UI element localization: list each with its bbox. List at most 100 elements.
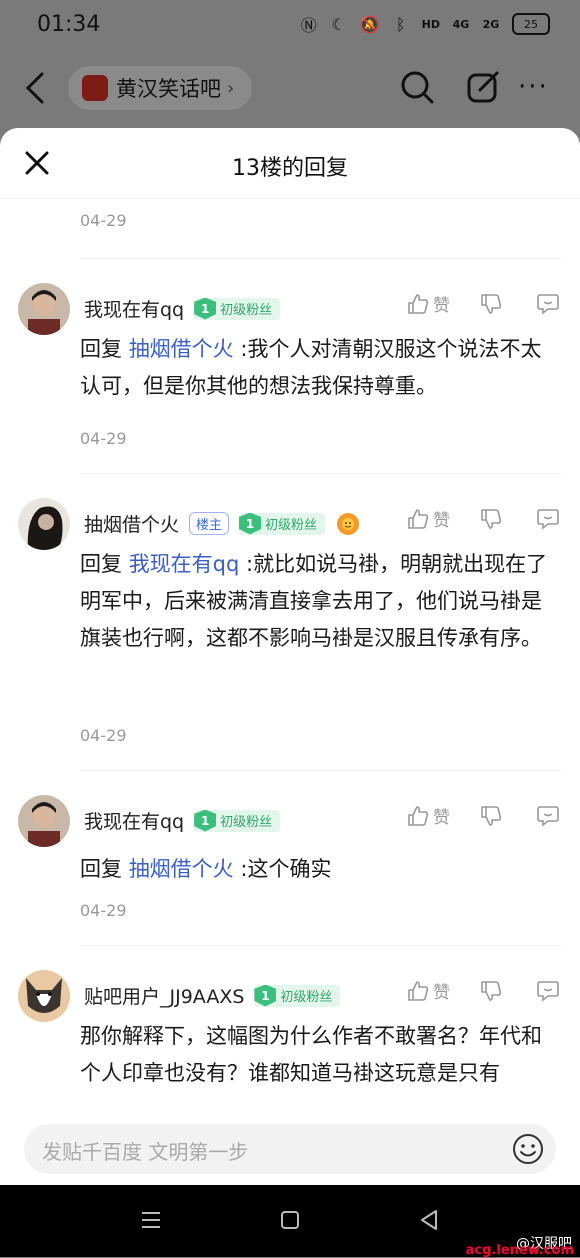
back-icon[interactable] <box>418 1208 440 1232</box>
user-line: 我现在有qq 1 初级粉丝 <box>84 295 281 322</box>
avatar[interactable] <box>18 795 70 847</box>
mention-link[interactable]: 抽烟借个火 <box>129 857 234 881</box>
comment-actions: 赞 <box>407 978 560 1003</box>
fan-label: 初级粉丝 <box>220 303 273 318</box>
comment-date: 04-29 <box>80 726 127 745</box>
fan-badge: 1 初级粉丝 <box>254 984 341 1007</box>
battery-icon: 25 <box>512 13 550 35</box>
reply-icon[interactable] <box>536 293 560 315</box>
comment-date: 04-29 <box>80 901 127 920</box>
sheet-header: 13楼的回复 <box>0 128 580 199</box>
comment-actions: 赞 <box>407 291 560 316</box>
like-label: 赞 <box>433 983 450 1003</box>
watermark-site: acg.lenew.com <box>465 1243 574 1258</box>
reply-list: 04-29 我现在有qq 1 初级粉丝 赞 回复 抽烟借个火:我个人对清朝汉服… <box>0 198 580 1106</box>
fan-label: 初级粉丝 <box>265 518 318 533</box>
status-bar: 01:34 Ⓝ ☾ 🔕 ᛒ HD 4G 2G 25 <box>0 0 580 50</box>
thumb-down-icon[interactable] <box>480 980 502 1002</box>
thumb-down-icon[interactable] <box>480 293 502 315</box>
like-label: 赞 <box>433 511 450 531</box>
signal-4g-icon: 4G <box>452 17 470 31</box>
like-label: 赞 <box>433 808 450 828</box>
comment-body: 回复 抽烟借个火 :这个确实 <box>80 851 558 888</box>
owner-badge: 楼主 <box>189 512 230 535</box>
list-item: 贴吧用户_JJ9AAXS 1 初级粉丝 赞 那你解释下，这幅图为什么作者不敢署名？… <box>0 946 580 1106</box>
search-icon[interactable] <box>400 70 434 104</box>
moon-icon: ☾ <box>331 14 346 34</box>
list-item: 我现在有qq 1 初级粉丝 赞 回复 抽烟借个火 :我个人对清朝汉服这个说法不太认… <box>0 259 580 473</box>
reply-prefix: 回复 <box>80 552 122 576</box>
like-button[interactable]: 赞 <box>407 978 450 1003</box>
forum-chip[interactable]: 黄汉笑话吧 › <box>68 66 252 110</box>
reply-icon[interactable] <box>536 508 560 530</box>
fan-level-icon: 1 <box>194 809 217 832</box>
forum-name: 黄汉笑话吧 <box>116 77 221 101</box>
reply-prefix: 回复 <box>80 337 122 361</box>
recent-apps-icon[interactable] <box>140 1209 162 1231</box>
fan-level-icon: 1 <box>194 297 217 320</box>
thumb-up-icon <box>408 293 429 314</box>
fan-level-icon: 1 <box>254 984 277 1007</box>
username[interactable]: 抽烟借个火 <box>84 510 179 537</box>
avatar[interactable] <box>18 970 70 1022</box>
thumb-up-icon <box>408 980 429 1001</box>
comment-actions: 赞 <box>407 506 560 531</box>
thumb-down-icon[interactable] <box>480 805 502 827</box>
like-button[interactable]: 赞 <box>407 506 450 531</box>
comment-text: :这个确实 <box>240 857 332 881</box>
username[interactable]: 我现在有qq <box>84 807 184 834</box>
mention-link[interactable]: 抽烟借个火 <box>129 337 234 361</box>
chevron-right-icon: › <box>227 77 235 99</box>
reply-icon[interactable] <box>536 805 560 827</box>
user-line: 抽烟借个火 楼主 1 初级粉丝 <box>84 510 360 537</box>
emoji-medal-icon <box>337 512 360 535</box>
forum-logo-icon <box>82 75 108 101</box>
bluetooth-icon: ᛒ <box>395 14 406 34</box>
input-placeholder: 发贴千百度 文明第一步 <box>42 1140 249 1164</box>
comment-input[interactable]: 发贴千百度 文明第一步 <box>24 1124 556 1174</box>
status-time: 01:34 <box>37 12 101 37</box>
mention-link[interactable]: 我现在有qq <box>129 552 240 576</box>
list-item: 我现在有qq 1 初级粉丝 赞 回复 抽烟借个火 :这个确实 04-29 <box>0 771 580 945</box>
top-nav: 黄汉笑话吧 › ··· <box>0 50 580 126</box>
comment-body: 回复 我现在有qq :就比如说马褂，明朝就出现在了明军中，后来被满清直接拿去用了… <box>80 546 558 657</box>
back-arrow-icon[interactable] <box>22 72 48 104</box>
prev-comment-tail: 04-29 <box>0 198 580 258</box>
user-line: 贴吧用户_JJ9AAXS 1 初级粉丝 <box>84 982 341 1009</box>
fan-badge: 1 初级粉丝 <box>239 512 326 535</box>
edit-icon[interactable] <box>466 70 500 104</box>
reply-sheet: 13楼的回复 04-29 我现在有qq 1 初级粉丝 赞 回复 抽烟借个火:我… <box>0 128 580 1185</box>
avatar[interactable] <box>18 498 70 550</box>
more-icon[interactable]: ··· <box>518 72 549 102</box>
like-button[interactable]: 赞 <box>407 803 450 828</box>
emoji-icon[interactable] <box>512 1133 544 1165</box>
reply-icon[interactable] <box>536 980 560 1002</box>
nfc-icon: Ⓝ <box>300 16 317 35</box>
status-icons: Ⓝ ☾ 🔕 ᛒ HD 4G 2G 25 <box>300 12 550 36</box>
username[interactable]: 我现在有qq <box>84 295 184 322</box>
comment-date: 04-29 <box>80 429 127 448</box>
user-line: 我现在有qq 1 初级粉丝 <box>84 807 281 834</box>
sheet-title: 13楼的回复 <box>232 156 348 181</box>
mute-icon: 🔕 <box>359 14 380 34</box>
fan-badge: 1 初级粉丝 <box>194 297 281 320</box>
thumb-down-icon[interactable] <box>480 508 502 530</box>
thumb-up-icon <box>408 805 429 826</box>
reply-prefix: 回复 <box>80 857 122 881</box>
hd-icon: HD <box>421 17 440 31</box>
fan-label: 初级粉丝 <box>220 815 273 830</box>
thumb-up-icon <box>408 508 429 529</box>
home-icon[interactable] <box>280 1210 300 1230</box>
like-label: 赞 <box>433 296 450 316</box>
list-item: 抽烟借个火 楼主 1 初级粉丝 赞 回复 我现在有qq :就比如说马褂，明朝就出现… <box>0 474 580 770</box>
like-button[interactable]: 赞 <box>407 291 450 316</box>
comment-actions: 赞 <box>407 803 560 828</box>
comment-body: 那你解释下，这幅图为什么作者不敢署名？年代和个人印章也没有？谁都知道马褂这玩意是… <box>80 1024 542 1085</box>
signal-2g-icon: 2G <box>482 17 500 31</box>
fan-level-icon: 1 <box>239 512 262 535</box>
avatar[interactable] <box>18 283 70 335</box>
system-nav-bar: @汉服吧 acg.lenew.com <box>0 1185 580 1258</box>
comment-body: 回复 抽烟借个火 :我个人对清朝汉服这个说法不太认可，但是你其他的想法我保持尊重… <box>80 331 558 405</box>
username[interactable]: 贴吧用户_JJ9AAXS <box>84 982 244 1009</box>
fan-label: 初级粉丝 <box>280 990 333 1005</box>
